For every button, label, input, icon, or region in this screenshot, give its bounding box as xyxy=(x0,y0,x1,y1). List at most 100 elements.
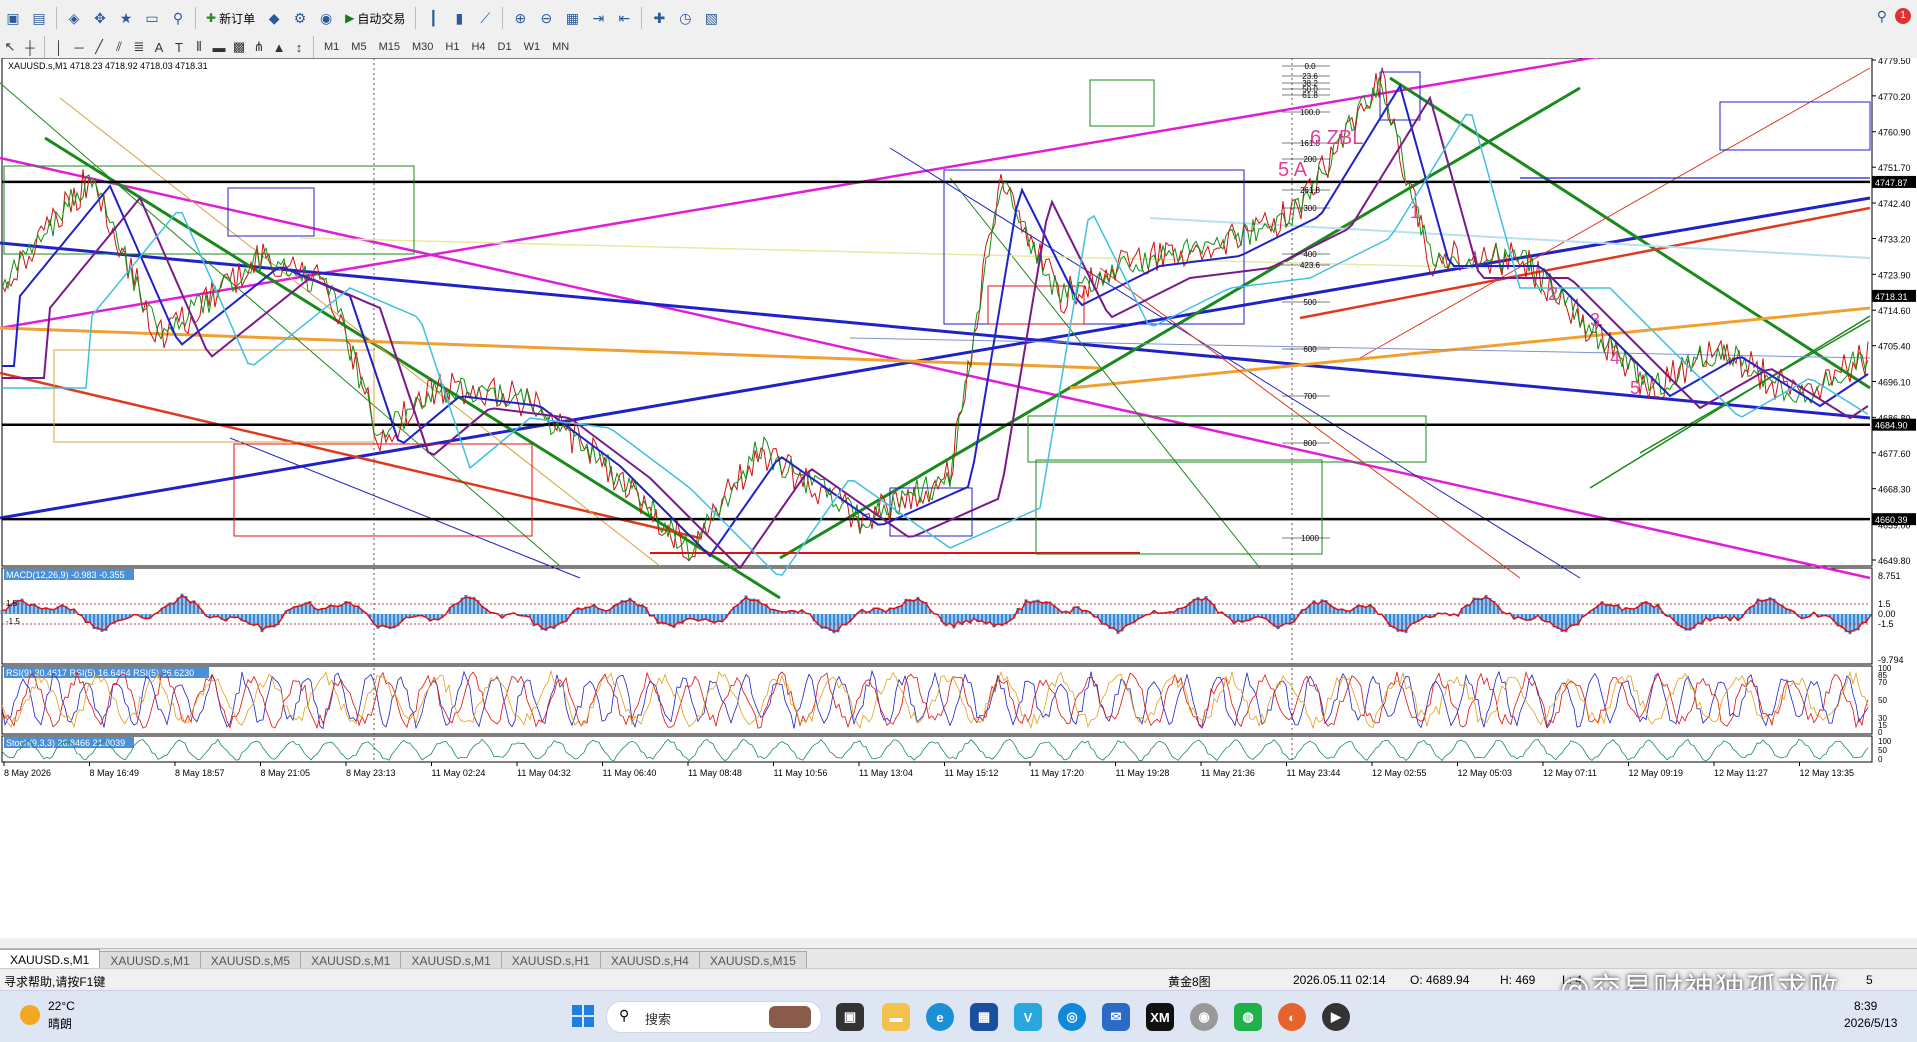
browser-icon[interactable]: ◎ xyxy=(1058,1003,1086,1031)
macd-left-tick: 1.5 xyxy=(6,599,18,608)
autotrading-button[interactable]: ▶ 自动交易 xyxy=(341,7,409,29)
tf-m1[interactable]: M1 xyxy=(318,37,345,57)
price-tick-label: 4751.70 xyxy=(1878,163,1911,173)
macd-tick-label: 8.751 xyxy=(1878,571,1901,581)
xm-icon[interactable]: XM xyxy=(1146,1003,1174,1031)
crosshair-icon[interactable]: ┼ xyxy=(20,40,40,55)
cursor-icon[interactable]: ↖ xyxy=(0,39,20,55)
chart-tab[interactable]: XAUUSD.s,M1 xyxy=(400,951,502,969)
chart-tab[interactable]: XAUUSD.s,M5 xyxy=(199,951,302,969)
file-explorer-icon[interactable]: ▬ xyxy=(882,1003,910,1031)
search-icon[interactable]: ⚲ xyxy=(1877,8,1887,25)
taskbar-search[interactable]: ⚲ 搜索 xyxy=(606,1001,822,1033)
pitchfork-icon[interactable]: ⋔ xyxy=(249,39,269,55)
channel-icon[interactable]: ⫽ xyxy=(109,39,129,55)
rectangle-icon[interactable]: ▬ xyxy=(209,40,229,55)
chart-tab[interactable]: XAUUSD.s,M1 xyxy=(99,951,201,969)
time-tick-label: 8 May 23:13 xyxy=(346,768,396,778)
wave-label: 5 xyxy=(1630,378,1640,398)
strategy-tester-icon[interactable]: ⚲ xyxy=(167,7,189,29)
triangle-icon[interactable]: ▲ xyxy=(269,40,289,55)
arrows-icon[interactable]: ↕ xyxy=(289,40,309,55)
periods-icon[interactable]: ◷ xyxy=(674,7,696,29)
tf-d1[interactable]: D1 xyxy=(492,37,518,57)
tf-w1[interactable]: W1 xyxy=(518,37,547,57)
metaeditor-icon[interactable]: ◆ xyxy=(263,7,285,29)
wechat-icon[interactable]: ◍ xyxy=(1234,1003,1262,1031)
price-highlight-label: 4747.87 xyxy=(1875,178,1908,188)
line-chart-icon[interactable]: ⟋ xyxy=(474,7,496,29)
status-open: O: 4689.94 xyxy=(1410,973,1470,987)
horizontal-line-icon[interactable]: ─ xyxy=(69,40,89,55)
vertical-line-icon[interactable]: │ xyxy=(49,40,69,55)
taskbar: 22°C 晴朗 ⚲ 搜索 ▣ ▬ e ▦ V ◎ ✉ XM ◉ ◍ ◐ ▶ 8:… xyxy=(0,990,1917,1042)
tf-h1[interactable]: H1 xyxy=(439,37,465,57)
chart-tab[interactable]: XAUUSD.s,M1 xyxy=(300,951,402,969)
new-order-button[interactable]: ✚ 新订单 xyxy=(202,7,259,29)
chart-tab[interactable]: XAUUSD.s,H4 xyxy=(599,951,700,969)
media-app-icon[interactable]: ◐ xyxy=(1278,1003,1306,1031)
gann-icon[interactable]: ⦀ xyxy=(189,39,209,55)
fib-level-label: 400 xyxy=(1303,250,1317,259)
price-tick-label: 4677.60 xyxy=(1878,449,1911,459)
weather-desc: 晴朗 xyxy=(48,1017,73,1031)
new-chart-icon[interactable]: ▣ xyxy=(2,7,24,29)
market-watch-icon[interactable]: ◈ xyxy=(63,7,85,29)
rsi-tick-label: 70 xyxy=(1878,678,1887,687)
chart-tab[interactable]: XAUUSD.s,M15 xyxy=(698,951,807,969)
tf-mn[interactable]: MN xyxy=(546,37,575,57)
time-tick-label: 8 May 2026 xyxy=(4,768,51,778)
indicators-icon[interactable]: ✚ xyxy=(648,7,670,29)
profiles-icon[interactable]: ▤ xyxy=(28,7,50,29)
navigator-icon[interactable]: ★ xyxy=(115,7,137,29)
tf-m15[interactable]: M15 xyxy=(373,37,406,57)
zoom-out-icon[interactable]: ⊖ xyxy=(535,7,557,29)
grid-icon[interactable]: ▩ xyxy=(229,39,249,55)
store-icon[interactable]: ▦ xyxy=(970,1003,998,1031)
price-tick-label: 4733.20 xyxy=(1878,234,1911,244)
windows-start-icon[interactable] xyxy=(572,1005,594,1027)
time-tick-label: 12 May 05:03 xyxy=(1458,768,1513,778)
text-icon[interactable]: A xyxy=(149,40,169,55)
fibo-icon[interactable]: ≣ xyxy=(129,39,149,55)
chart-canvas[interactable]: 4779.50 4770.20 4760.90 4751.70 4742.40 4733.… xyxy=(0,58,1917,948)
tile-windows-icon[interactable]: ▦ xyxy=(561,7,583,29)
data-window-icon[interactable]: ✥ xyxy=(89,7,111,29)
weather-sun-icon xyxy=(20,1005,40,1025)
tf-h4[interactable]: H4 xyxy=(465,37,491,57)
time-tick-label: 8 May 21:05 xyxy=(261,768,311,778)
options-icon[interactable]: ⚙ xyxy=(289,7,311,29)
edge-icon[interactable]: e xyxy=(926,1003,954,1031)
bar-chart-icon[interactable]: ┃ xyxy=(422,7,444,29)
zoom-in-icon[interactable]: ⊕ xyxy=(509,7,531,29)
templates-icon[interactable]: ▧ xyxy=(700,7,722,29)
chart-shift-icon[interactable]: ⇤ xyxy=(613,7,635,29)
time-tick-label: 11 May 15:12 xyxy=(945,768,999,778)
price-tick-label: 4779.50 xyxy=(1878,58,1911,66)
chart-tab[interactable]: XAUUSD.s,M1 xyxy=(0,949,101,969)
search-icon: ⚲ xyxy=(619,1007,630,1023)
fib-level-label: 261.8 xyxy=(1300,186,1321,195)
clock-time: 8:39 xyxy=(1854,999,1878,1013)
tf-m5[interactable]: M5 xyxy=(345,37,372,57)
app-v-icon[interactable]: V xyxy=(1014,1003,1042,1031)
fib-level-label: 800 xyxy=(1303,439,1317,448)
video-player-icon[interactable]: ▶ xyxy=(1322,1003,1350,1031)
autoscroll-icon[interactable]: ⇥ xyxy=(587,7,609,29)
tf-m30[interactable]: M30 xyxy=(406,37,439,57)
wave-annotation: 5 A xyxy=(1278,159,1308,181)
chart-tab[interactable]: XAUUSD.s,H1 xyxy=(500,951,601,969)
signals-icon[interactable]: ◉ xyxy=(315,7,337,29)
mail-icon[interactable]: ✉ xyxy=(1102,1003,1130,1031)
trendline-icon[interactable]: ╱ xyxy=(89,39,109,55)
notification-icon[interactable]: 1 xyxy=(1895,8,1911,24)
terminal-icon[interactable]: ▭ xyxy=(141,7,163,29)
candlestick-icon[interactable]: ▮ xyxy=(448,7,470,29)
chart-window[interactable]: 4779.50 4770.20 4760.90 4751.70 4742.40 4733.… xyxy=(0,58,1917,938)
chrome-icon[interactable]: ◉ xyxy=(1190,1003,1218,1031)
price-highlight-label: 4718.31 xyxy=(1875,292,1908,302)
fib-level-label: 423.6 xyxy=(1300,261,1321,270)
time-tick-label: 11 May 13:04 xyxy=(859,768,913,778)
task-view-icon[interactable]: ▣ xyxy=(836,1003,864,1031)
label-icon[interactable]: T xyxy=(169,40,189,55)
